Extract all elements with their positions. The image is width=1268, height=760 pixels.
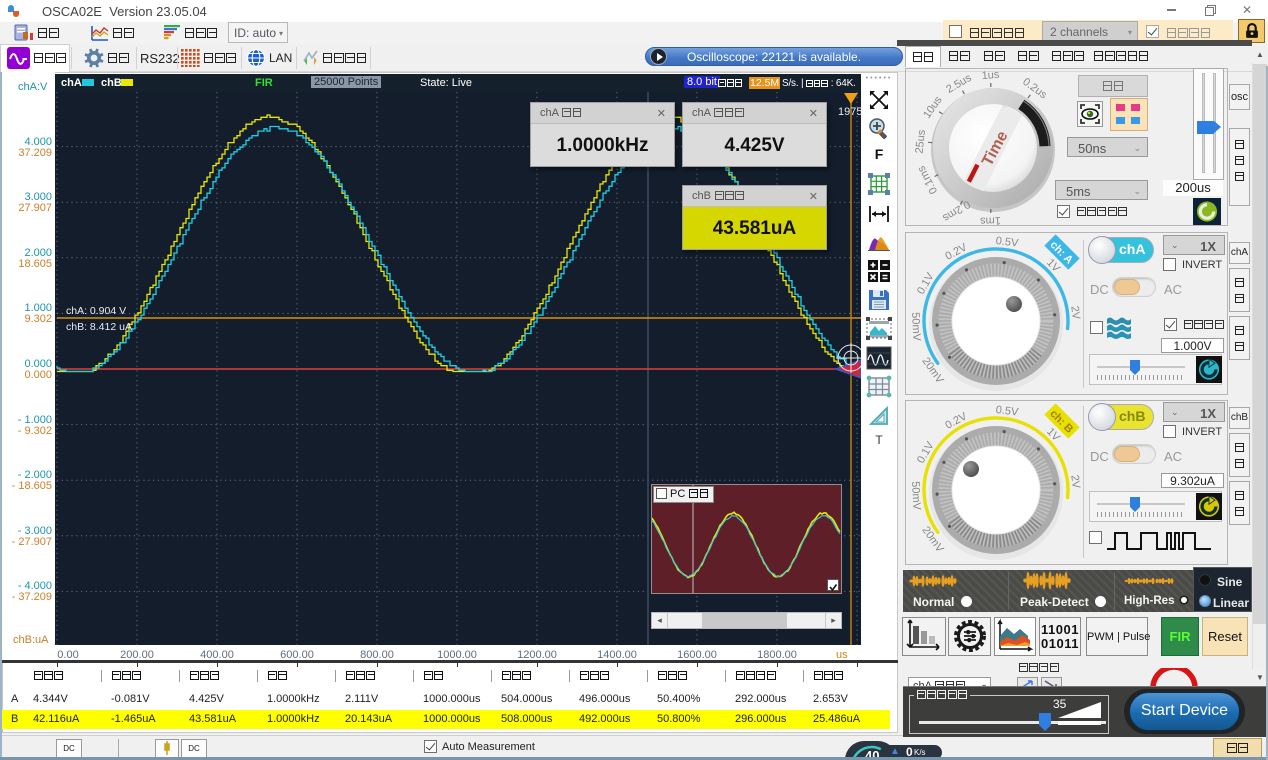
svg-text:50mV: 50mV [909, 312, 923, 342]
svg-text:chA: 0.904 V: chA: 0.904 V [66, 305, 126, 317]
svg-text:50mV: 50mV [909, 481, 923, 511]
svg-text:1ms: 1ms [979, 214, 1001, 227]
svg-text:chB: 8.412 uA: chB: 8.412 uA [66, 321, 132, 333]
svg-text:2V: 2V [1068, 474, 1082, 490]
svg-text:2V: 2V [1068, 305, 1082, 321]
svg-text:1975: 1975 [838, 106, 861, 118]
svg-text:25us: 25us [914, 129, 928, 154]
svg-text:1us: 1us [981, 69, 1000, 83]
svg-text:2.5us: 2.5us [944, 72, 974, 96]
svg-text:0.2ms: 0.2ms [940, 198, 972, 224]
